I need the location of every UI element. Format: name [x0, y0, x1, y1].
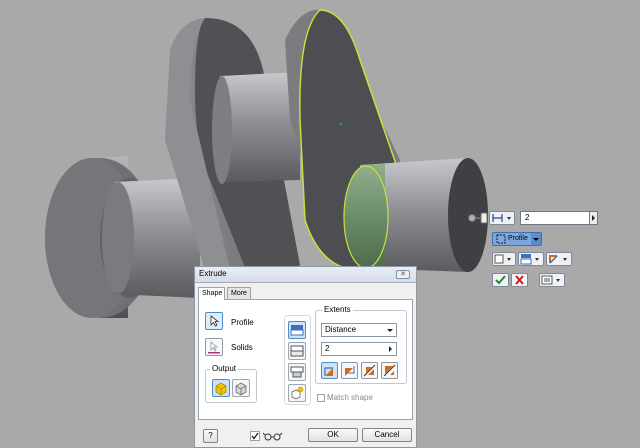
chevron-right-icon: [389, 346, 392, 352]
help-icon: ?: [208, 431, 213, 440]
intersect-icon: [290, 366, 304, 378]
profile-select-button[interactable]: [205, 312, 223, 330]
direction-button[interactable]: [546, 252, 572, 266]
tab-more[interactable]: More: [227, 287, 251, 299]
cursor-arrow-icon: [210, 315, 220, 327]
close-icon: [515, 275, 524, 285]
options-menu-button[interactable]: [539, 273, 565, 287]
distance-mode-button[interactable]: [489, 211, 515, 225]
cancel-mini-button[interactable]: [511, 273, 528, 287]
extents-type-value: Distance: [325, 325, 357, 334]
direction-icon: [549, 255, 567, 264]
cut-button[interactable]: [288, 342, 306, 360]
direction-symmetric-button[interactable]: [361, 362, 378, 379]
profile-selector-button[interactable]: Profile: [492, 232, 542, 246]
direction-flipped-icon: [345, 366, 355, 376]
distance-arrow-button[interactable]: [589, 211, 598, 225]
extents-group: Extents Distance 2: [315, 305, 407, 384]
direction-flipped-button[interactable]: [341, 362, 358, 379]
solids-label: Solids: [231, 343, 253, 352]
checkmark-icon: [251, 432, 259, 440]
profile-selector-label: Profile: [508, 235, 528, 242]
output-label: Output: [210, 364, 239, 373]
chevron-right-icon: [592, 215, 595, 221]
cut-icon: [290, 345, 304, 357]
output-solid-button[interactable]: [212, 379, 230, 397]
profile-label: Profile: [231, 318, 254, 327]
extents-label: Extents: [322, 305, 353, 314]
dialog-close-button[interactable]: ✕: [396, 270, 410, 279]
dialog-title: Extrude: [199, 269, 227, 278]
ok-button[interactable]: OK: [308, 428, 358, 442]
intersect-button[interactable]: [288, 363, 306, 381]
apply-button[interactable]: [492, 273, 509, 287]
new-solid-button[interactable]: [288, 384, 306, 402]
join-icon: [290, 325, 304, 336]
solid-icon: [215, 382, 227, 396]
dialog-titlebar[interactable]: Extrude ✕: [195, 267, 416, 283]
operation-type-button[interactable]: [518, 252, 544, 266]
direction-asymmetric-button[interactable]: [381, 362, 398, 379]
output-surface-button[interactable]: [232, 379, 250, 397]
output-group: Output: [205, 364, 257, 403]
match-shape-checkbox[interactable]: [317, 394, 325, 402]
shape-panel: Profile Solids Output Extents Distance 2…: [198, 299, 413, 420]
join-button[interactable]: [288, 321, 306, 339]
menu-icon: [541, 275, 560, 285]
solids-select-button[interactable]: [205, 338, 223, 356]
new-solid-icon: [291, 386, 304, 400]
join-operation-icon: [520, 254, 539, 265]
solid-output-icon: [494, 254, 511, 264]
direction-asymmetric-icon: [383, 364, 396, 377]
solids-cursor-icon: [208, 341, 220, 354]
direction-symmetric-icon: [363, 364, 376, 377]
preview-checkbox[interactable]: [250, 431, 260, 441]
profile-icon: [496, 234, 506, 244]
distance-icon: [492, 214, 511, 222]
distance-input[interactable]: 2: [520, 211, 590, 225]
help-button[interactable]: ?: [203, 429, 218, 443]
preview-glasses-icon: [263, 432, 283, 441]
extents-distance-input[interactable]: 2: [321, 342, 397, 356]
extents-distance-value: 2: [325, 344, 330, 353]
check-icon: [495, 275, 506, 285]
match-shape-label: Match shape: [327, 393, 373, 402]
extents-type-select[interactable]: Distance: [321, 323, 397, 337]
chevron-down-icon: [531, 233, 541, 245]
extrude-dialog: Extrude ✕ Shape More Profile Solids Outp…: [194, 266, 417, 448]
output-type-button[interactable]: [492, 252, 516, 266]
distance-grip-icon[interactable]: [467, 211, 491, 225]
chevron-down-icon: [387, 329, 393, 332]
surface-icon: [235, 382, 247, 396]
tab-shape[interactable]: Shape: [198, 287, 225, 300]
direction-default-button[interactable]: [321, 362, 338, 379]
close-icon: ✕: [400, 271, 406, 278]
direction-default-icon: [324, 367, 333, 376]
cancel-button[interactable]: Cancel: [362, 428, 412, 442]
operation-group: [284, 315, 311, 405]
